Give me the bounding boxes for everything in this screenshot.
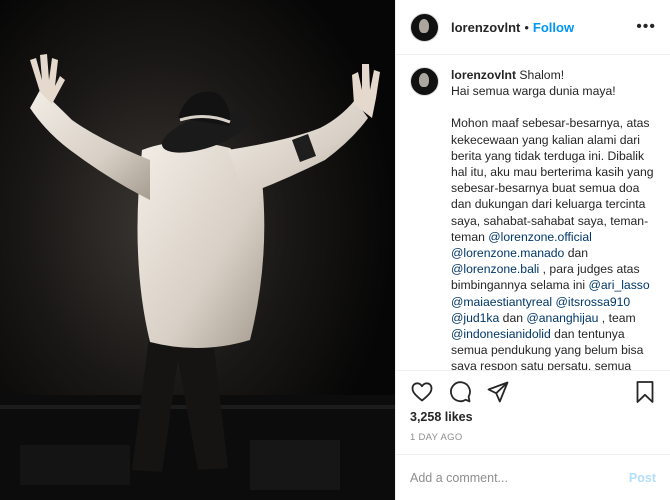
mention-link[interactable]: @indonesianidolid bbox=[451, 327, 551, 341]
post-header: lorenzovlnt • Follow ••• bbox=[396, 0, 670, 55]
separator-dot: • bbox=[524, 19, 529, 35]
mention-link[interactable]: @jud1ka bbox=[451, 311, 499, 325]
share-icon bbox=[487, 381, 509, 403]
caption: lorenzovlnt Shalom! Hai semua warga dunia… bbox=[410, 67, 660, 371]
post-button[interactable]: Post bbox=[629, 471, 656, 485]
save-button[interactable] bbox=[634, 380, 656, 404]
caption-text: lorenzovlnt Shalom! Hai semua warga dunia… bbox=[451, 67, 660, 371]
share-button[interactable] bbox=[486, 380, 510, 404]
mention-link[interactable]: @lorenzone.bali bbox=[451, 262, 539, 276]
comment-icon bbox=[450, 381, 471, 403]
mention-link[interactable]: @ari_lasso bbox=[589, 278, 650, 292]
heart-icon bbox=[411, 382, 433, 402]
mention-link[interactable]: @lorenzone.manado bbox=[451, 246, 564, 260]
bookmark-icon bbox=[636, 381, 654, 403]
avatar[interactable] bbox=[410, 12, 439, 42]
caption-paragraph: Hai semua warga dunia maya! bbox=[451, 84, 616, 99]
post-panel: lorenzovlnt • Follow ••• lorenzovlnt Sha… bbox=[395, 0, 670, 500]
mention-link[interactable]: @ananghijau bbox=[526, 311, 598, 325]
comment-button[interactable] bbox=[448, 380, 472, 404]
performer-image bbox=[0, 0, 395, 500]
action-bar bbox=[396, 376, 670, 408]
follow-button[interactable]: Follow bbox=[533, 20, 574, 35]
add-comment-bar: Post bbox=[396, 454, 670, 500]
caption-paragraph: Mohon maaf sebesar-besarnya, atas kekece… bbox=[451, 116, 654, 371]
caption-username[interactable]: lorenzovlnt bbox=[451, 68, 516, 82]
mention-link[interactable]: @lorenzone.official bbox=[488, 230, 592, 244]
caption-paragraph: Shalom! bbox=[519, 68, 565, 82]
more-options-icon[interactable]: ••• bbox=[636, 18, 656, 36]
caption-avatar[interactable] bbox=[410, 67, 439, 96]
mention-link[interactable]: @maiaestiantyreal bbox=[451, 295, 552, 309]
like-count[interactable]: 3,258 likes bbox=[410, 410, 473, 424]
like-button[interactable] bbox=[410, 380, 434, 404]
caption-area[interactable]: lorenzovlnt Shalom! Hai semua warga dunia… bbox=[396, 55, 670, 371]
mention-link[interactable]: @itsrossa910 bbox=[556, 295, 631, 309]
header-username[interactable]: lorenzovlnt bbox=[451, 20, 520, 35]
post-photo[interactable] bbox=[0, 0, 395, 500]
comment-input[interactable] bbox=[410, 470, 629, 485]
timestamp[interactable]: 1 DAY AGO bbox=[410, 432, 463, 443]
